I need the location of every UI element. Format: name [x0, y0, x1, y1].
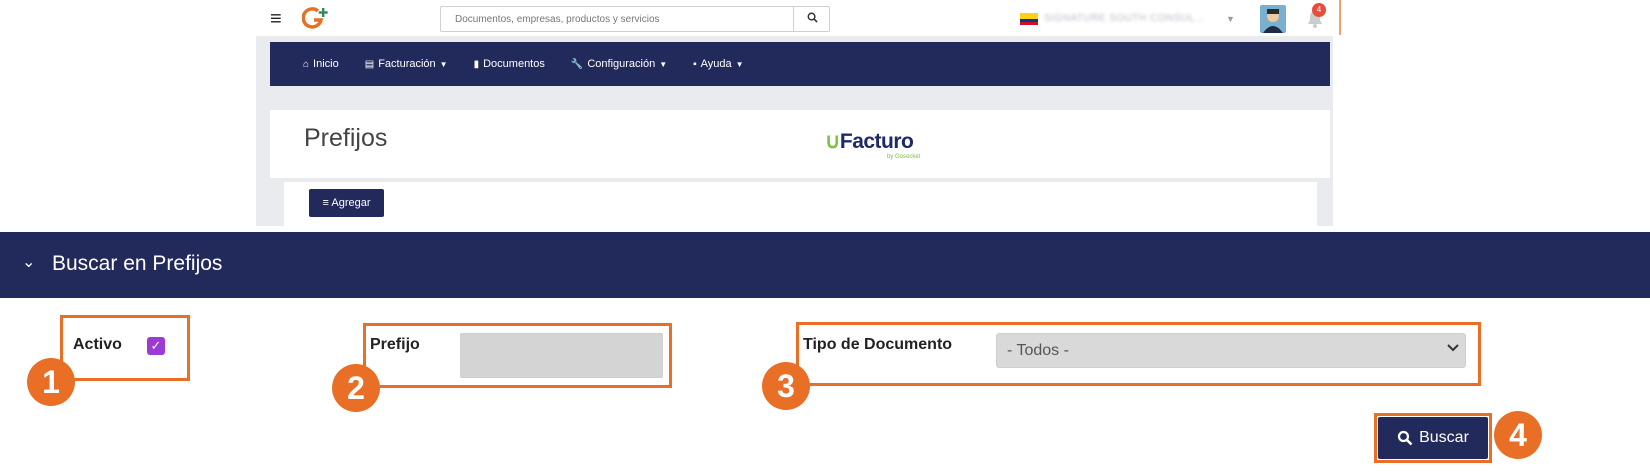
caret-down-icon: ▼ — [735, 59, 744, 69]
buscar-button-label: Buscar — [1419, 429, 1469, 446]
nav-item-documentos[interactable]: ▮ Documentos — [474, 58, 545, 70]
search-icon — [1397, 430, 1413, 446]
callout-badge-2: 2 — [332, 364, 380, 412]
callout-badge-4: 4 — [1494, 411, 1542, 459]
chevron-down-icon[interactable] — [1446, 341, 1460, 355]
notification-badge: 4 — [1312, 3, 1326, 17]
page-header-card — [270, 110, 1330, 178]
divider — [1339, 0, 1341, 35]
home-icon: ⌂ — [303, 58, 310, 70]
swoosh-icon: ∪ — [825, 130, 840, 153]
chevron-down-icon[interactable]: ⌄ — [22, 252, 35, 272]
colombia-flag-icon — [1020, 13, 1038, 25]
buscar-button[interactable]: Buscar — [1378, 417, 1488, 459]
search-button[interactable] — [793, 6, 831, 32]
callout-badge-3: 3 — [762, 362, 810, 410]
brand-name: Facturo — [839, 130, 914, 153]
chevron-down-icon[interactable]: ▼ — [1226, 8, 1235, 30]
global-search-input[interactable]: Documentos, empresas, productos y servic… — [440, 6, 830, 32]
prefijo-label: Prefijo — [370, 336, 420, 353]
prefijo-input[interactable] — [460, 333, 663, 378]
caret-down-icon: ▼ — [659, 59, 668, 69]
wrench-icon: 🔧 — [570, 58, 584, 70]
nav-item-configuracion[interactable]: 🔧 Configuración ▼ — [571, 58, 667, 70]
nav-item-label: Configuración — [587, 58, 656, 70]
toolbar-card — [284, 182, 1317, 230]
hamburger-icon[interactable]: ≡ — [270, 9, 282, 29]
g-plus-logo-icon[interactable] — [302, 6, 328, 30]
check-icon: ✓ — [150, 338, 162, 353]
search-panel-title: Buscar en Prefijos — [52, 252, 223, 275]
activo-checkbox[interactable]: ✓ — [147, 337, 165, 355]
callout-badge-1: 1 — [27, 358, 75, 406]
nav-item-label: Documentos — [483, 58, 545, 70]
nav-item-label: Ayuda — [700, 58, 732, 70]
add-button-label: Agregar — [331, 197, 371, 209]
add-button[interactable]: ≡ Agregar — [309, 189, 384, 217]
nav-item-inicio[interactable]: ⌂ Inicio — [303, 58, 339, 70]
page-title: Prefijos — [304, 124, 388, 152]
list-icon: ▤ — [364, 58, 375, 70]
tipo-documento-select[interactable]: - Todos - — [996, 333, 1466, 368]
document-icon: ▮ — [473, 58, 480, 70]
search-icon — [807, 12, 818, 23]
nav-item-ayuda[interactable]: ▪ Ayuda ▼ — [693, 58, 743, 70]
nav-item-label: Facturación — [378, 58, 436, 70]
search-panel-header[interactable] — [0, 232, 1650, 298]
brand-subtitle: by Gosocket — [887, 154, 921, 160]
main-navbar: ⌂ Inicio ▤ Facturación ▼ ▮ Documentos 🔧 … — [270, 42, 1330, 86]
caret-down-icon: ▼ — [439, 59, 448, 69]
menu-lines-icon: ≡ — [322, 197, 329, 209]
book-icon: ▪ — [693, 58, 697, 70]
brand-logo: ∪Facturo — [825, 129, 914, 154]
nav-item-facturacion[interactable]: ▤ Facturación ▼ — [365, 58, 448, 70]
activo-label: Activo — [73, 336, 122, 353]
company-selector[interactable]: SIGNATURE SOUTH CONSUL... — [1044, 8, 1219, 30]
tipo-documento-label: Tipo de Documento — [803, 336, 953, 353]
avatar[interactable] — [1260, 5, 1286, 33]
nav-item-label: Inicio — [313, 58, 339, 70]
